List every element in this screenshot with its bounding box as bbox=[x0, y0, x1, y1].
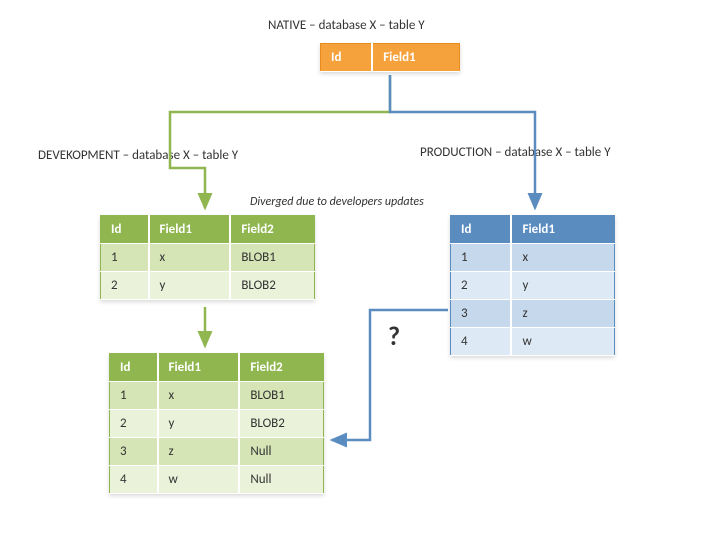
diverged-note: Diverged due to developers updates bbox=[250, 195, 424, 209]
cell: BLOB2 bbox=[239, 410, 323, 438]
merged-col-id: Id bbox=[110, 354, 158, 382]
table-row: 2 y BLOB2 bbox=[101, 272, 315, 300]
cell: BLOB1 bbox=[230, 244, 314, 272]
table-row: 1 x BLOB1 bbox=[101, 244, 315, 272]
table-row: 1 x bbox=[451, 244, 615, 272]
table-row: 3 z Null bbox=[110, 438, 324, 466]
cell: 4 bbox=[451, 328, 512, 356]
native-col-id: Id bbox=[321, 44, 373, 72]
merged-col-field1: Field1 bbox=[158, 354, 240, 382]
cell: w bbox=[511, 328, 614, 356]
cell: w bbox=[158, 466, 240, 494]
question-mark: ? bbox=[388, 320, 400, 352]
table-row: 2 y bbox=[451, 272, 615, 300]
merged-col-field2: Field2 bbox=[239, 354, 323, 382]
cell: Null bbox=[239, 438, 323, 466]
table-row: 2 y BLOB2 bbox=[110, 410, 324, 438]
merged-table: Id Field1 Field2 1 x BLOB1 2 y BLOB2 3 z… bbox=[109, 353, 324, 494]
native-col-field1: Field1 bbox=[372, 44, 459, 72]
cell: 3 bbox=[110, 438, 158, 466]
cell: y bbox=[511, 272, 614, 300]
cell: z bbox=[158, 438, 240, 466]
cell: BLOB1 bbox=[239, 382, 323, 410]
cell: 2 bbox=[101, 272, 149, 300]
native-title: NATIVE – database X – table Y bbox=[268, 18, 425, 33]
development-title: DEVEKOPMENT – database X – table Y bbox=[38, 148, 238, 163]
cell: Null bbox=[239, 466, 323, 494]
arrow-native-to-dev bbox=[170, 75, 390, 208]
cell: 4 bbox=[110, 466, 158, 494]
prod-col-id: Id bbox=[451, 216, 512, 244]
cell: z bbox=[511, 300, 614, 328]
table-row: 1 x BLOB1 bbox=[110, 382, 324, 410]
cell: y bbox=[149, 272, 231, 300]
cell: x bbox=[511, 244, 614, 272]
cell: 1 bbox=[451, 244, 512, 272]
cell: 1 bbox=[101, 244, 149, 272]
table-row: 4 w bbox=[451, 328, 615, 356]
native-table: Id Field1 bbox=[320, 43, 460, 72]
prod-col-field1: Field1 bbox=[511, 216, 614, 244]
dev-col-field2: Field2 bbox=[230, 216, 314, 244]
cell: 2 bbox=[110, 410, 158, 438]
cell: BLOB2 bbox=[230, 272, 314, 300]
cell: 3 bbox=[451, 300, 512, 328]
table-row: 3 z bbox=[451, 300, 615, 328]
dev-col-id: Id bbox=[101, 216, 149, 244]
cell: 2 bbox=[451, 272, 512, 300]
dev-col-field1: Field1 bbox=[149, 216, 231, 244]
production-title: PRODUCTION – database X – table Y bbox=[420, 145, 611, 160]
development-table: Id Field1 Field2 1 x BLOB1 2 y BLOB2 bbox=[100, 215, 315, 300]
cell: x bbox=[149, 244, 231, 272]
cell: x bbox=[158, 382, 240, 410]
cell: 1 bbox=[110, 382, 158, 410]
production-table: Id Field1 1 x 2 y 3 z 4 w bbox=[450, 215, 615, 356]
cell: y bbox=[158, 410, 240, 438]
arrow-native-to-prod bbox=[390, 75, 535, 208]
table-row: 4 w Null bbox=[110, 466, 324, 494]
